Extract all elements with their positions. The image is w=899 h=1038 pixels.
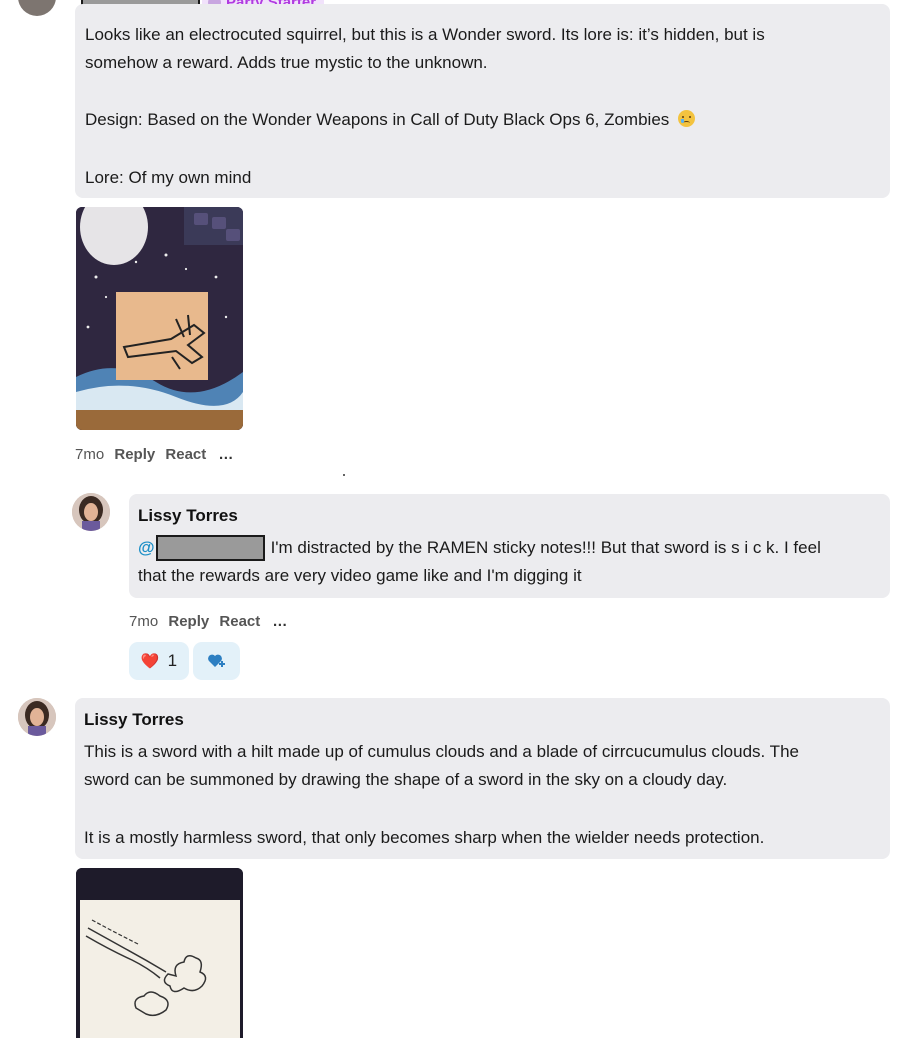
avatar[interactable]	[72, 493, 110, 531]
reply-bubble: Lissy Torres @ I'm distracted by the RAM…	[129, 494, 890, 598]
avatar[interactable]	[18, 0, 56, 16]
comment-lore-line: Lore: Of my own mind	[85, 168, 252, 187]
avatar-photo	[18, 698, 56, 736]
comment-text-line: Looks like an electrocuted squirrel, but…	[85, 25, 765, 44]
reply-button[interactable]: Reply	[168, 613, 209, 630]
timestamp: 7mo	[75, 446, 105, 463]
crying-face-icon	[678, 110, 696, 127]
heart-reaction-pill[interactable]: ❤️ 1	[129, 642, 189, 680]
reaction-count: 1	[167, 651, 178, 670]
heart-icon: ❤️	[140, 653, 160, 670]
comment-text-line: sword can be summoned by drawing the sha…	[84, 770, 728, 789]
comment-text-line: It is a mostly harmless sword, that only…	[84, 828, 765, 847]
react-button[interactable]: React	[219, 613, 260, 630]
reply-text-line: @ I'm distracted by the RAMEN sticky not…	[138, 533, 821, 562]
comment-text-line: somehow a reward. Adds true mystic to th…	[85, 53, 488, 72]
cloud-sword-drawing-photo	[76, 868, 243, 1038]
reply-text-line: that the rewards are very video game lik…	[138, 566, 582, 585]
avatar[interactable]	[18, 698, 56, 736]
timestamp: 7mo	[129, 613, 159, 630]
comment-bubble: Looks like an electrocuted squirrel, but…	[75, 4, 890, 198]
more-options-button[interactable]: …	[218, 446, 234, 463]
avatar-photo	[72, 493, 110, 531]
redacted-mention	[155, 534, 265, 561]
react-button[interactable]: React	[165, 446, 206, 463]
sword-sticky-note-photo	[76, 207, 243, 430]
comment-text-line: This is a sword with a hilt made up of c…	[84, 742, 799, 761]
reply-button[interactable]: Reply	[114, 446, 155, 463]
attachment-image-sword-sticky-note[interactable]	[76, 207, 243, 430]
add-reaction-button[interactable]	[193, 642, 240, 680]
mention[interactable]: @	[138, 533, 155, 562]
add-reaction-icon	[207, 654, 225, 667]
comment-author[interactable]: Lissy Torres	[84, 710, 184, 730]
comment-design-line: Design: Based on the Wonder Weapons in C…	[85, 105, 696, 134]
comment-bubble: Lissy Torres This is a sword with a hilt…	[75, 698, 890, 859]
more-options-button[interactable]: …	[272, 613, 288, 630]
comment-meta-row: 7mo Reply React …	[129, 613, 288, 630]
stray-dot	[343, 474, 345, 476]
comment-meta-row: 7mo Reply React …	[75, 446, 234, 463]
attachment-image-cloud-sword[interactable]	[76, 868, 243, 1038]
comment-author[interactable]: Lissy Torres	[138, 506, 238, 526]
